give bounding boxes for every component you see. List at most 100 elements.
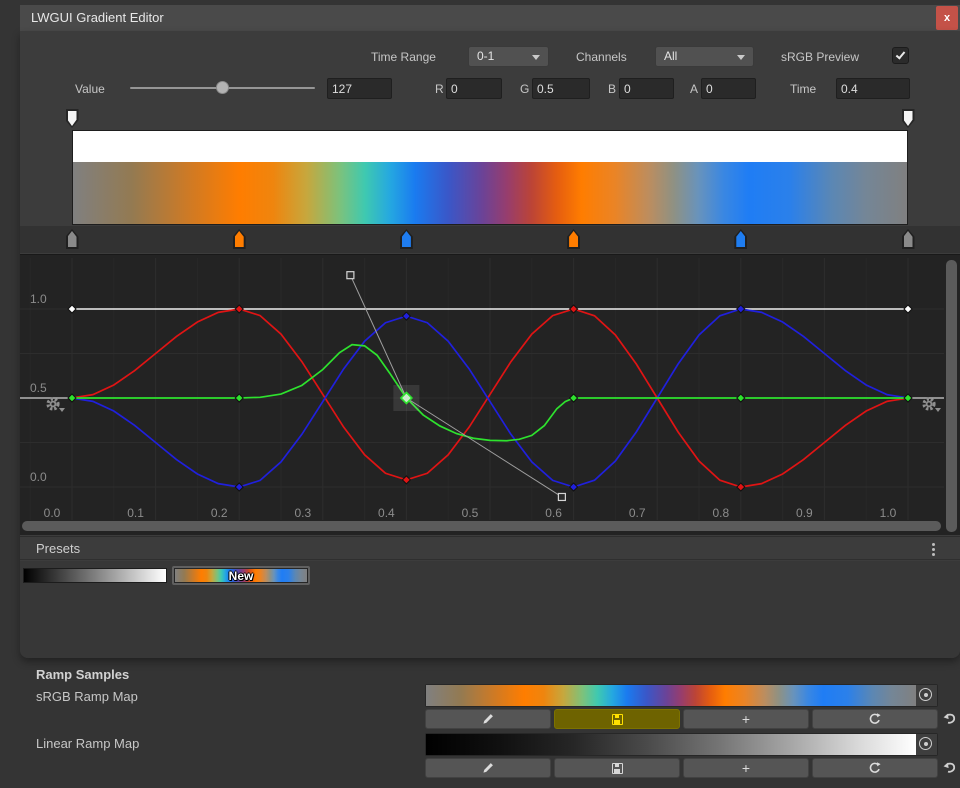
g-label: G — [520, 82, 529, 96]
check-icon — [896, 49, 906, 59]
curve-key — [737, 483, 745, 491]
srgb-ramp-buttons: + — [425, 709, 938, 729]
curve-key — [904, 305, 912, 313]
svg-text:0.5: 0.5 — [30, 381, 47, 395]
channels-dropdown[interactable]: All — [655, 46, 754, 67]
gradient-editor-screen: LWGUI Gradient Editor x Time Range 0-1 C… — [0, 0, 960, 788]
chevron-down-icon — [737, 55, 745, 60]
presets-header: Presets — [20, 536, 960, 560]
pencil-icon — [481, 712, 495, 726]
preset-swatch-new[interactable]: New — [172, 566, 310, 585]
refresh-button[interactable] — [812, 758, 938, 778]
time-input[interactable] — [836, 78, 910, 99]
svg-text:0.2: 0.2 — [211, 506, 228, 520]
svg-text:0.0: 0.0 — [30, 470, 47, 484]
curve-key — [235, 394, 243, 402]
b-input[interactable] — [619, 78, 674, 99]
save-button[interactable] — [554, 758, 680, 778]
curve-key — [737, 305, 745, 313]
curve-key — [570, 394, 578, 402]
pencil-icon — [481, 761, 495, 775]
curve-key — [402, 312, 410, 320]
gear-icon[interactable] — [45, 396, 61, 412]
gear-dropdown-arrow-icon — [59, 408, 65, 412]
curve-chart[interactable]: 0.00.10.20.30.40.50.60.70.80.91.01.00.50… — [20, 258, 944, 524]
svg-text:0.9: 0.9 — [796, 506, 813, 520]
refresh-icon — [868, 712, 882, 726]
value-input[interactable] — [327, 78, 392, 99]
preset-name: New — [174, 569, 308, 583]
window-title: LWGUI Gradient Editor — [31, 10, 164, 25]
curve-key — [570, 483, 578, 491]
color-key-band — [20, 226, 960, 253]
curve-key — [235, 305, 243, 313]
undo-icon — [941, 710, 958, 727]
curve-key — [737, 394, 745, 402]
srgb-ramp-gradient — [426, 685, 916, 706]
svg-text:0.0: 0.0 — [44, 506, 61, 520]
undo-icon — [941, 759, 958, 776]
linear-ramp-gradient — [426, 734, 916, 755]
tangent-handle — [347, 272, 354, 279]
refresh-button[interactable] — [812, 709, 938, 729]
svg-text:0.7: 0.7 — [629, 506, 646, 520]
time-label: Time — [790, 82, 816, 96]
curve-key — [68, 394, 76, 402]
edit-button[interactable] — [425, 758, 551, 778]
time-range-label: Time Range — [371, 50, 436, 64]
tangent-handle — [558, 493, 565, 500]
kebab-menu-icon[interactable] — [928, 542, 938, 557]
close-button[interactable]: x — [936, 6, 958, 30]
gear-dropdown-arrow-icon — [935, 408, 941, 412]
r-input[interactable] — [446, 78, 502, 99]
presets-title: Presets — [36, 541, 80, 556]
b-label: B — [608, 82, 616, 96]
vertical-scrollbar[interactable] — [946, 260, 957, 532]
value-slider-thumb[interactable] — [216, 81, 229, 94]
ramp-samples-title: Ramp Samples — [36, 667, 129, 682]
plus-icon: + — [742, 761, 750, 775]
srgb-ramp-preview[interactable] — [425, 684, 938, 707]
svg-text:0.4: 0.4 — [378, 506, 395, 520]
linear-ramp-preview[interactable] — [425, 733, 938, 756]
add-button[interactable]: + — [683, 758, 809, 778]
g-input[interactable] — [532, 78, 590, 99]
floppy-save-icon — [612, 714, 623, 725]
channels-label: Channels — [576, 50, 627, 64]
curve-key — [235, 483, 243, 491]
a-label: A — [690, 82, 698, 96]
add-button[interactable]: + — [683, 709, 809, 729]
curve-key — [68, 305, 76, 313]
plus-icon: + — [742, 712, 750, 726]
edit-button[interactable] — [425, 709, 551, 729]
time-range-dropdown[interactable]: 0-1 — [468, 46, 549, 67]
undo-button[interactable] — [941, 759, 958, 776]
horizontal-scrollbar[interactable] — [22, 521, 941, 531]
curve-key — [402, 476, 410, 484]
linear-ramp-label: Linear Ramp Map — [36, 736, 139, 751]
gradient-color-strip[interactable] — [72, 162, 908, 225]
time-range-value: 0-1 — [477, 49, 494, 63]
svg-text:0.1: 0.1 — [127, 506, 144, 520]
presets-body: New — [20, 561, 960, 658]
value-label: Value — [75, 82, 105, 96]
window-titlebar[interactable]: LWGUI Gradient Editor x — [20, 5, 960, 31]
undo-button[interactable] — [941, 710, 958, 727]
curve-key — [904, 394, 912, 402]
a-input[interactable] — [701, 78, 756, 99]
object-picker-icon[interactable] — [916, 734, 937, 755]
preset-swatch-bw[interactable] — [23, 568, 167, 583]
channels-value: All — [664, 49, 677, 63]
svg-text:0.8: 0.8 — [712, 506, 729, 520]
srgb-preview-label: sRGB Preview — [781, 50, 859, 64]
gear-icon[interactable] — [921, 396, 937, 412]
srgb-preview-checkbox[interactable] — [892, 47, 909, 64]
floppy-save-icon — [612, 763, 623, 774]
gradient-alpha-strip[interactable] — [72, 130, 908, 162]
svg-text:0.5: 0.5 — [462, 506, 479, 520]
refresh-icon — [868, 761, 882, 775]
object-picker-icon[interactable] — [916, 685, 937, 706]
svg-text:1.0: 1.0 — [30, 292, 47, 306]
curve-editor-panel[interactable]: 0.00.10.20.30.40.50.60.70.80.91.01.00.50… — [20, 254, 960, 535]
save-button[interactable] — [554, 709, 680, 729]
